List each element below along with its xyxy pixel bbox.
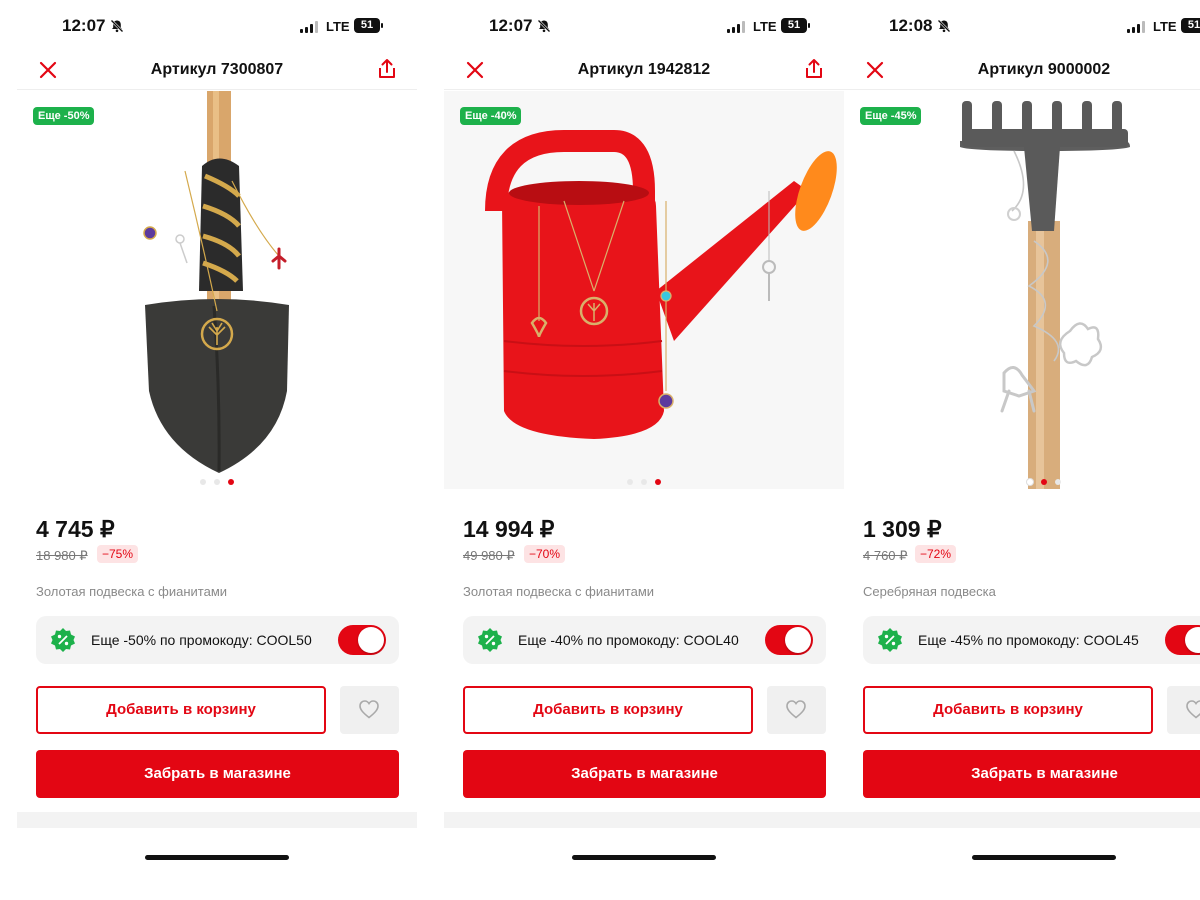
- product-image-shovel: [143, 91, 289, 473]
- page-title: Артикул 7300807: [150, 61, 284, 78]
- pagination-dot-active[interactable]: [1041, 479, 1047, 485]
- product-image-watering-can: [485, 130, 837, 439]
- old-price: 4 760 ₽: [863, 548, 908, 563]
- promo-toggle[interactable]: [338, 625, 386, 655]
- old-price: 49 980 ₽: [463, 548, 515, 563]
- current-price: 1 309 ₽: [863, 516, 942, 542]
- network-label: LTE: [326, 19, 350, 34]
- discount-badge: −72%: [915, 545, 957, 563]
- navigation-bar: Артикул 9000002: [844, 50, 1200, 90]
- pagination-dot[interactable]: [1027, 479, 1033, 485]
- bottom-divider: [444, 812, 844, 828]
- home-indicator[interactable]: [572, 855, 716, 860]
- promo-badge: Еще -40%: [460, 107, 522, 125]
- product-gallery[interactable]: Еще -40%: [444, 91, 844, 489]
- status-bar: 12:07 LTE 51: [444, 14, 844, 40]
- signal-icon: [300, 21, 320, 33]
- product-screen-2: 12:07 LTE 51 Артикул 1942812 Еще -40% 14…: [444, 0, 844, 900]
- percent-badge-icon: [878, 628, 902, 652]
- toggle-knob: [358, 627, 384, 653]
- bell-slash-icon: [937, 19, 951, 33]
- heart-icon: [786, 700, 806, 719]
- share-icon[interactable]: [802, 57, 826, 81]
- battery-icon: 51: [354, 18, 383, 33]
- pickup-in-store-button[interactable]: Забрать в магазине: [863, 750, 1200, 798]
- pickup-in-store-button[interactable]: Забрать в магазине: [463, 750, 826, 798]
- add-to-cart-button[interactable]: Добавить в корзину: [36, 686, 326, 734]
- navigation-bar: Артикул 7300807: [17, 50, 417, 90]
- gallery-pagination: [17, 472, 417, 489]
- product-screen-3: 12:08 LTE 51 Артикул 9000002 Еще -45% 1 …: [844, 0, 1200, 900]
- pickup-in-store-button[interactable]: Забрать в магазине: [36, 750, 399, 798]
- bell-slash-icon: [537, 19, 551, 33]
- bottom-divider: [17, 812, 417, 828]
- product-image-rake: [960, 101, 1130, 489]
- pagination-dot-active[interactable]: [228, 479, 234, 485]
- heart-icon: [1186, 700, 1200, 719]
- add-to-cart-button[interactable]: Добавить в корзину: [463, 686, 753, 734]
- favorite-button[interactable]: [767, 686, 826, 734]
- network-label: LTE: [1153, 19, 1177, 34]
- gallery-pagination: [444, 472, 844, 489]
- current-price: 4 745 ₽: [36, 516, 115, 542]
- gallery-pagination: [844, 472, 1200, 489]
- status-bar: 12:08 LTE 51: [844, 14, 1200, 40]
- percent-badge-icon: [478, 628, 502, 652]
- toggle-knob: [1185, 627, 1200, 653]
- discount-badge: −70%: [524, 545, 566, 563]
- product-gallery[interactable]: Еще -45%: [844, 91, 1200, 489]
- battery-icon: 51: [1181, 18, 1200, 33]
- promo-toggle[interactable]: [765, 625, 813, 655]
- favorite-button[interactable]: [340, 686, 399, 734]
- promo-text: Еще -50% по промокоду: COOL50: [91, 632, 312, 648]
- home-indicator[interactable]: [145, 855, 289, 860]
- promo-code-box: Еще -45% по промокоду: COOL45: [863, 616, 1200, 664]
- add-to-cart-button[interactable]: Добавить в корзину: [863, 686, 1153, 734]
- old-price: 18 980 ₽: [36, 548, 88, 563]
- promo-badge: Еще -45%: [860, 107, 922, 125]
- pagination-dot[interactable]: [200, 479, 206, 485]
- pagination-dot[interactable]: [214, 479, 220, 485]
- battery-icon: 51: [781, 18, 810, 33]
- signal-icon: [727, 21, 747, 33]
- status-time: 12:08: [889, 16, 933, 35]
- product-description: Серебряная подвеска: [863, 584, 996, 599]
- home-indicator[interactable]: [972, 855, 1116, 860]
- product-screen-1: 12:07 LTE 51 Артикул 7300807 Еще -50% 4 …: [17, 0, 417, 900]
- status-time: 12:07: [62, 16, 106, 35]
- promo-badge: Еще -50%: [33, 107, 95, 125]
- promo-text: Еще -40% по промокоду: COOL40: [518, 632, 739, 648]
- signal-icon: [1127, 21, 1147, 33]
- bottom-divider: [844, 812, 1200, 828]
- page-title: Артикул 1942812: [577, 61, 711, 78]
- percent-badge-icon: [51, 628, 75, 652]
- share-icon[interactable]: [375, 57, 399, 81]
- promo-code-box: Еще -50% по промокоду: COOL50: [36, 616, 399, 664]
- product-description: Золотая подвеска с фианитами: [463, 584, 655, 599]
- navigation-bar: Артикул 1942812: [444, 50, 844, 90]
- promo-code-box: Еще -40% по промокоду: COOL40: [463, 616, 826, 664]
- pagination-dot-active[interactable]: [655, 479, 661, 485]
- favorite-button[interactable]: [1167, 686, 1200, 734]
- heart-icon: [359, 700, 379, 719]
- network-label: LTE: [753, 19, 777, 34]
- discount-badge: −75%: [97, 545, 139, 563]
- promo-toggle[interactable]: [1165, 625, 1200, 655]
- pagination-dot[interactable]: [641, 479, 647, 485]
- toggle-knob: [785, 627, 811, 653]
- bell-slash-icon: [110, 19, 124, 33]
- page-title: Артикул 9000002: [977, 61, 1111, 78]
- product-description: Золотая подвеска с фианитами: [36, 584, 228, 599]
- pagination-dot[interactable]: [1055, 479, 1061, 485]
- promo-text: Еще -45% по промокоду: COOL45: [918, 632, 1139, 648]
- product-gallery[interactable]: Еще -50%: [17, 91, 417, 489]
- pagination-dot[interactable]: [627, 479, 633, 485]
- status-bar: 12:07 LTE 51: [17, 14, 417, 40]
- status-time: 12:07: [489, 16, 533, 35]
- current-price: 14 994 ₽: [463, 516, 555, 542]
